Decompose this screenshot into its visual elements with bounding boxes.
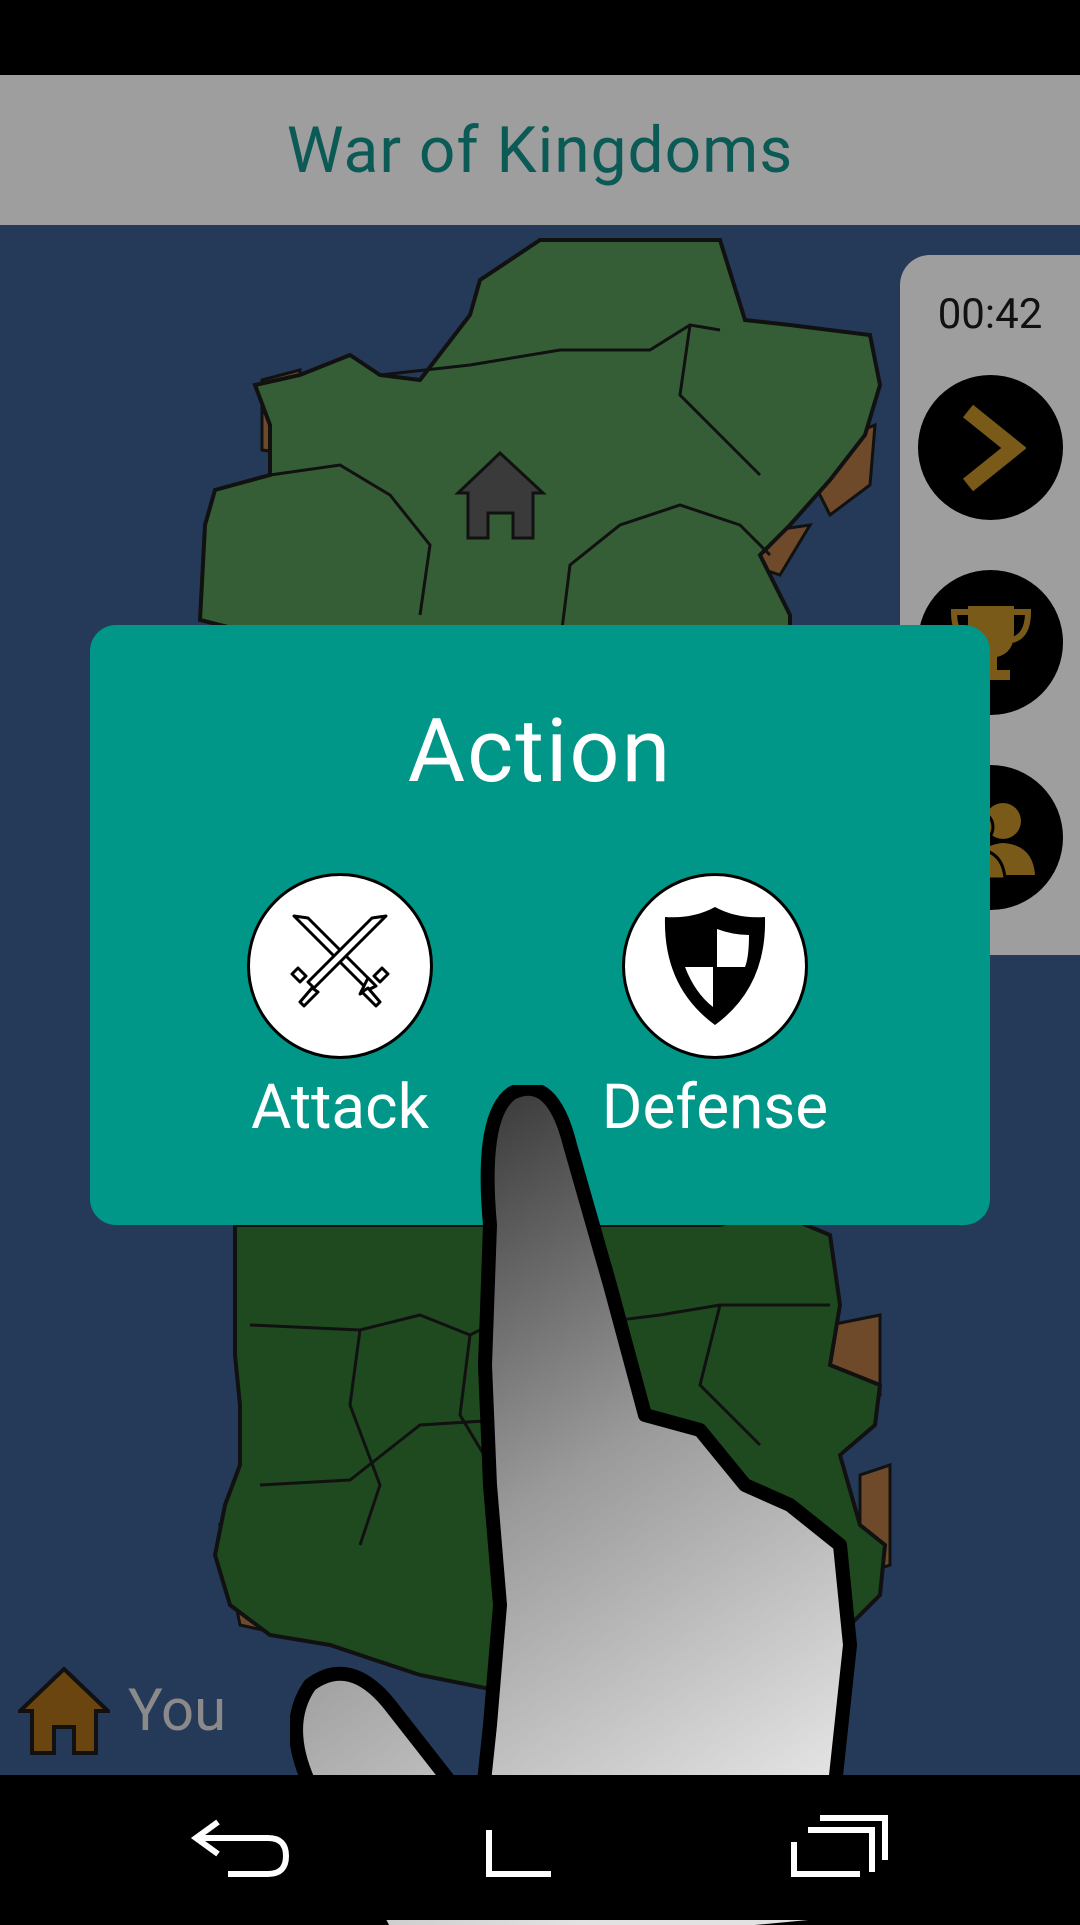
- recents-icon[interactable]: [790, 1810, 890, 1880]
- next-turn-button[interactable]: [918, 375, 1063, 520]
- app-title: War of Kingdoms: [286, 112, 794, 188]
- status-bar: [0, 0, 1080, 75]
- back-icon[interactable]: [188, 1810, 293, 1880]
- navigation-bar: [0, 1775, 1080, 1920]
- player-label: You: [18, 1665, 226, 1757]
- home-icon: [18, 1666, 110, 1755]
- crossed-swords-icon: [290, 914, 390, 1008]
- turn-timer: 00:42: [937, 290, 1043, 339]
- shield-icon: [664, 907, 766, 1025]
- attack-circle[interactable]: [247, 873, 433, 1059]
- dialog-title: Action: [407, 700, 673, 803]
- chevron-right-icon: [962, 404, 1026, 491]
- player-name: You: [128, 1677, 227, 1745]
- defense-circle[interactable]: [622, 873, 808, 1059]
- home-icon[interactable]: [485, 1810, 555, 1880]
- app-bar: War of Kingdoms: [0, 75, 1080, 225]
